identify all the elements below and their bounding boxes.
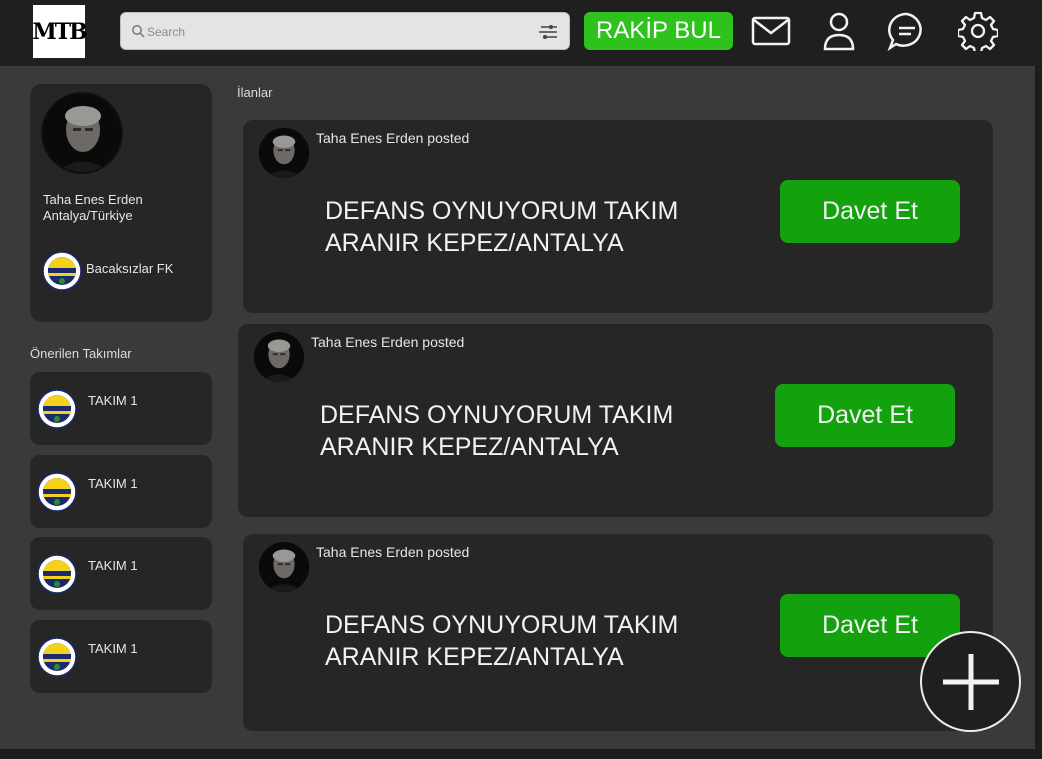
- post-author: Taha Enes Erden posted: [316, 130, 470, 146]
- profile-location: Antalya/Türkiye: [43, 208, 133, 223]
- chat-icon[interactable]: [886, 10, 928, 52]
- search-input[interactable]: [147, 21, 527, 43]
- suggested-team-card[interactable]: TAKIM 1: [30, 455, 212, 528]
- team-crest-icon: [37, 554, 77, 594]
- app-logo[interactable]: MTB: [32, 5, 88, 58]
- suggested-teams-label: Önerilen Takımlar: [30, 346, 132, 361]
- post-author: Taha Enes Erden posted: [311, 334, 465, 350]
- invite-button[interactable]: Davet Et: [780, 180, 960, 243]
- suggested-team-card[interactable]: TAKIM 1: [30, 372, 212, 445]
- post-author: Taha Enes Erden posted: [316, 544, 470, 560]
- profile-card[interactable]: Taha Enes Erden Antalya/Türkiye Bacaksız…: [30, 84, 212, 322]
- post-text: DEFANS OYNUYORUM TAKIM ARANIR KEPEZ/ANTA…: [325, 197, 679, 257]
- top-navbar: MTB RAKİP BUL: [0, 0, 1042, 66]
- avatar[interactable]: [41, 92, 123, 174]
- find-opponent-button[interactable]: RAKİP BUL: [584, 12, 733, 50]
- user-icon[interactable]: [818, 10, 860, 52]
- suggested-team-card[interactable]: TAKIM 1: [30, 537, 212, 610]
- search-icon: [132, 25, 145, 38]
- logo-text: MTB: [32, 18, 87, 45]
- post-card: Taha Enes Erden posted DEFANS OYNUYORUM …: [238, 324, 993, 517]
- team-name: TAKIM 1: [88, 641, 138, 656]
- plus-icon: [942, 653, 999, 710]
- profile-name: Taha Enes Erden: [43, 192, 143, 207]
- mail-icon[interactable]: [750, 10, 792, 52]
- post-card: Taha Enes Erden posted DEFANS OYNUYORUM …: [243, 120, 993, 313]
- suggested-team-card[interactable]: TAKIM 1: [30, 620, 212, 693]
- avatar[interactable]: [259, 128, 309, 178]
- avatar[interactable]: [259, 542, 309, 592]
- post-text: DEFANS OYNUYORUM TAKIM ARANIR KEPEZ/ANTA…: [325, 611, 679, 671]
- feed-label: İlanlar: [237, 85, 273, 100]
- invite-button[interactable]: Davet Et: [775, 384, 955, 447]
- post-text: DEFANS OYNUYORUM TAKIM ARANIR KEPEZ/ANTA…: [320, 401, 674, 461]
- team-crest-icon: [42, 251, 82, 291]
- avatar[interactable]: [254, 332, 304, 382]
- search-bar[interactable]: [120, 12, 570, 50]
- gear-icon[interactable]: [957, 10, 999, 52]
- profile-team[interactable]: Bacaksızlar FK: [86, 261, 173, 276]
- team-crest-icon: [37, 389, 77, 429]
- team-name: TAKIM 1: [88, 393, 138, 408]
- filter-icon[interactable]: [537, 22, 559, 42]
- team-crest-icon: [37, 637, 77, 677]
- post-card: Taha Enes Erden posted DEFANS OYNUYORUM …: [243, 534, 993, 731]
- add-post-button[interactable]: [920, 631, 1021, 732]
- team-name: TAKIM 1: [88, 476, 138, 491]
- team-name: TAKIM 1: [88, 558, 138, 573]
- team-crest-icon: [37, 472, 77, 512]
